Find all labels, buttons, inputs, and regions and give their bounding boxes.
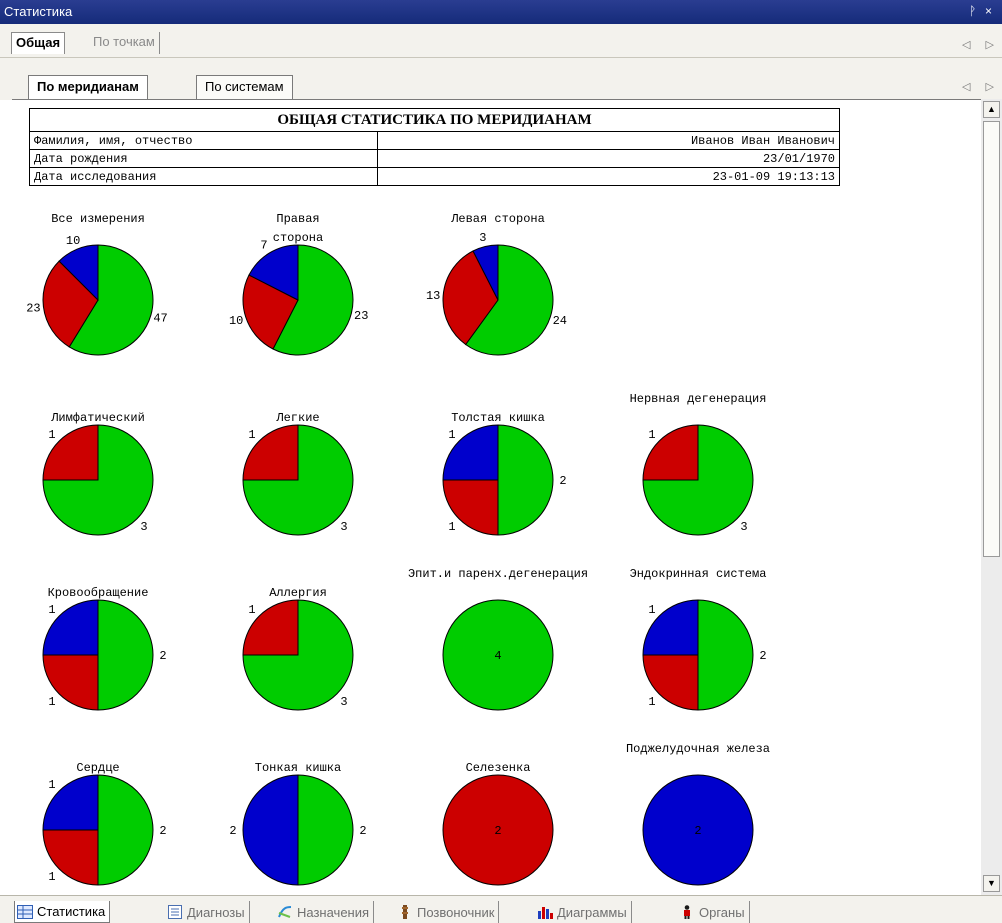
pie-value-label: 3 <box>340 695 347 709</box>
tab-spine[interactable]: Позвоночник <box>395 901 500 923</box>
window-title: Статистика <box>4 4 73 19</box>
top-tab-nav-arrows[interactable]: ◁ ▷ <box>962 38 1000 51</box>
pie-title: Все измерения <box>51 212 145 226</box>
pie-value-label: 2 <box>559 474 566 488</box>
pie-value-label: 4 <box>494 649 501 663</box>
row-value: 23/01/1970 <box>377 149 840 168</box>
pie-value-label: 2 <box>494 824 501 838</box>
pie-title: Поджелудочная железа <box>625 742 771 756</box>
pie-value-label: 7 <box>260 239 267 253</box>
pie-title: Эпит.и паренх.дегенерация <box>407 567 589 581</box>
pie-slice-green <box>97 774 154 886</box>
bottom-tab-strip: Статистика Диагнозы Назначения Позвоночн… <box>0 895 1002 923</box>
pie-value-label: 1 <box>248 603 255 617</box>
pie-slice-green <box>97 599 154 711</box>
table-icon <box>17 904 33 919</box>
row-label: Дата рождения <box>29 149 378 168</box>
pie-value-label: 1 <box>648 695 655 709</box>
table-row: Фамилия, имя, отчество Иванов Иван Ивано… <box>29 131 840 150</box>
pie-value-label: 1 <box>448 428 455 442</box>
tab-diagnoses[interactable]: Диагнозы <box>165 901 250 923</box>
prescription-icon <box>277 905 293 919</box>
pie-value-label: 1 <box>648 603 655 617</box>
tab-label: Позвоночник <box>417 904 495 920</box>
pie-value-label: 47 <box>153 312 167 326</box>
tab-label: Статистика <box>37 904 106 919</box>
pie-value-label: 2 <box>694 824 701 838</box>
pie-value-label: 2 <box>159 649 166 663</box>
tab-label: Органы <box>699 904 745 920</box>
tab-label: Диагнозы <box>187 904 245 920</box>
pie-value-label: 1 <box>448 520 455 534</box>
tab-prescriptions[interactable]: Назначения <box>275 901 375 923</box>
close-icon[interactable]: × <box>985 4 992 18</box>
pie-value-label: 1 <box>248 428 255 442</box>
list-icon <box>167 905 183 919</box>
pie-value-label: 3 <box>140 520 147 534</box>
pie-value-label: 1 <box>48 695 55 709</box>
window-titlebar: Статистика ᚹ × <box>0 0 1002 24</box>
pie-value-label: 3 <box>340 520 347 534</box>
pie-value-label: 23 <box>354 309 368 323</box>
table-row: Дата рождения 23/01/1970 <box>29 149 840 168</box>
tab-organs[interactable]: Органы <box>677 901 750 923</box>
pie-value-label: 1 <box>48 603 55 617</box>
pie-value-label: 1 <box>648 428 655 442</box>
row-label: Фамилия, имя, отчество <box>29 131 378 150</box>
row-value: Иванов Иван Иванович <box>377 131 840 150</box>
pie-slice-green <box>697 599 754 711</box>
pie-value-label: 10 <box>229 314 243 328</box>
tab-diagrams[interactable]: Диаграммы <box>535 901 632 923</box>
pie-value-label: 2 <box>759 649 766 663</box>
spine-icon <box>397 905 413 919</box>
pie-value-label: 1 <box>48 428 55 442</box>
pie-value-label: 2 <box>359 824 366 838</box>
pie-value-label: 1 <box>48 870 55 884</box>
body-icon <box>679 905 695 919</box>
pie-value-label: 1 <box>48 778 55 792</box>
pie-slice-green <box>297 774 354 886</box>
pie-value-label: 2 <box>159 824 166 838</box>
pie-slice-blue <box>242 774 299 886</box>
sub-tab-nav-arrows[interactable]: ◁ ▷ <box>962 80 1000 93</box>
vertical-scrollbar[interactable]: ▲ ▼ <box>981 99 1002 895</box>
tab-label: Назначения <box>297 904 370 920</box>
table-row: Дата исследования 23-01-09 19:13:13 <box>29 167 840 186</box>
pie-value-label: 3 <box>479 231 486 245</box>
row-label: Дата исследования <box>29 167 378 186</box>
pie-value-label: 24 <box>553 314 567 328</box>
pie-value-label: 13 <box>426 289 440 303</box>
scroll-thumb[interactable] <box>983 121 1000 557</box>
tab-general[interactable]: Общая <box>11 32 66 54</box>
report-title: ОБЩАЯ СТАТИСТИКА ПО МЕРИДИАНАМ <box>29 108 840 132</box>
tab-label: Диаграммы <box>557 904 627 920</box>
patient-info-table: ОБЩАЯ СТАТИСТИКА ПО МЕРИДИАНАМ Фамилия, … <box>29 108 840 186</box>
sub-tab-strip: По меридианам По системам ◁ ▷ <box>0 58 1002 100</box>
pie-chart: 2 <box>642 774 754 886</box>
chart-icon <box>537 905 553 919</box>
pie-value-label: 10 <box>66 234 80 248</box>
pie-value-label: 23 <box>26 302 40 316</box>
top-tab-strip: Общая По точкам ◁ ▷ <box>0 24 1002 58</box>
tab-by-points[interactable]: По точкам <box>89 32 160 54</box>
report-area: ОБЩАЯ СТАТИСТИКА ПО МЕРИДИАНАМ Фамилия, … <box>12 99 981 895</box>
row-value: 23-01-09 19:13:13 <box>377 167 840 186</box>
tab-by-systems[interactable]: По системам <box>196 75 293 99</box>
pie-value-label: 3 <box>740 520 747 534</box>
pie-value-label: 2 <box>229 824 236 838</box>
tab-statistics[interactable]: Статистика <box>14 901 111 923</box>
pie-title: Нервная дегенерация <box>629 392 767 406</box>
pie-title: Левая сторона <box>451 212 545 226</box>
pin-icon[interactable]: ᚹ <box>969 4 976 18</box>
tab-by-meridians[interactable]: По меридианам <box>28 75 148 99</box>
scroll-down-button[interactable]: ▼ <box>983 875 1000 892</box>
scroll-up-button[interactable]: ▲ <box>983 101 1000 118</box>
pie-title: Эндокринная система <box>629 567 767 581</box>
pie-slice-green <box>497 424 554 536</box>
